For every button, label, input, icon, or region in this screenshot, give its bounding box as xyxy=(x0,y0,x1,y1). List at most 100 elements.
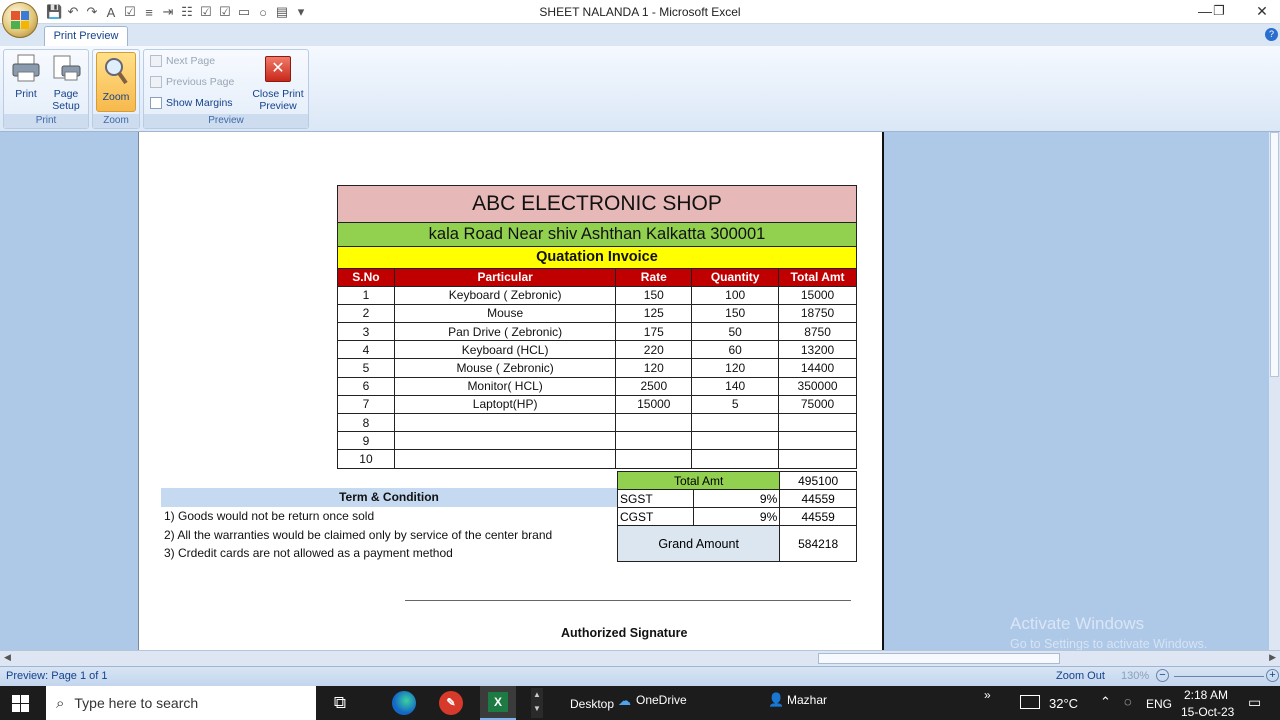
total-value: 495100 xyxy=(779,471,857,490)
maximize-icon[interactable]: ❐ xyxy=(1206,3,1232,19)
desktop-toolbar[interactable]: Desktop xyxy=(570,697,614,711)
hscroll-thumb[interactable] xyxy=(818,653,1060,664)
table-row: 9 xyxy=(337,431,857,451)
status-bar: Preview: Page 1 of 1 Zoom Out 130% − + xyxy=(0,666,1280,686)
taskbar: ⌕ Type here to search ⧉ ✎ X ▲ ▼ Desktop ☁… xyxy=(0,686,1280,720)
printer-icon xyxy=(10,52,42,84)
table-cell: 5 xyxy=(691,394,780,415)
sgst-rate: 9% xyxy=(692,489,781,508)
notification-icon[interactable]: ▭ xyxy=(1248,694,1261,711)
news-widget-icon[interactable] xyxy=(1020,695,1040,709)
close-print-preview-label: Close Print Preview xyxy=(252,88,304,112)
previous-page-button[interactable]: Previous Page xyxy=(150,76,234,88)
next-page-icon xyxy=(150,55,162,67)
wps-app-icon[interactable]: ✎ xyxy=(439,691,463,715)
cgst-label: CGST xyxy=(617,507,694,526)
edge-browser-icon[interactable] xyxy=(392,691,416,715)
shop-address: kala Road Near shiv Ashthan Kalkatta 300… xyxy=(337,222,857,247)
table-cell: Mouse ( Zebronic) xyxy=(393,358,617,378)
overflow-chevron-icon[interactable]: » xyxy=(984,688,991,702)
close-red-icon: ✕ xyxy=(265,56,291,82)
excel-taskbar-button[interactable]: X xyxy=(480,686,516,720)
language-indicator[interactable]: ENG xyxy=(1146,697,1172,711)
task-view-icon[interactable]: ⧉ xyxy=(328,691,352,715)
table-cell: 120 xyxy=(691,358,780,378)
table-row: 3 Pan Drive ( Zebronic) 175 50 8750 xyxy=(337,322,857,342)
table-cell xyxy=(691,412,780,433)
shop-name: ABC ELECTRONIC SHOP xyxy=(337,185,857,223)
authorized-signature: Authorized Signature xyxy=(561,626,688,640)
table-cell: 100 xyxy=(691,285,780,305)
scroll-right-icon[interactable]: ▶ xyxy=(1269,652,1276,663)
tray-up-icon[interactable]: ⌃ xyxy=(1100,694,1111,710)
zoom-group: Zoom Zoom xyxy=(92,49,140,129)
table-row: 2 Mouse 125 150 18750 xyxy=(337,303,857,324)
table-cell: 175 xyxy=(615,322,693,342)
table-cell xyxy=(393,449,617,469)
horizontal-scrollbar[interactable]: ◀ ▶ xyxy=(0,650,1280,666)
scroll-thumb[interactable] xyxy=(1270,132,1279,377)
next-page-label: Next Page xyxy=(166,55,216,67)
preview-group: Next Page Previous Page Show Margins ✕ C… xyxy=(143,49,309,129)
print-group: Print Page Setup Print xyxy=(3,49,89,129)
table-row: 1 Keyboard ( Zebronic) 150 100 15000 xyxy=(337,285,857,305)
next-page-button[interactable]: Next Page xyxy=(150,55,215,67)
scroll-left-icon[interactable]: ◀ xyxy=(4,652,11,663)
office-logo-icon xyxy=(11,11,29,29)
print-button[interactable]: Print xyxy=(8,52,44,100)
zoom-slider[interactable] xyxy=(1174,676,1264,677)
activation-watermark-sub: Go to Settings to activate Windows. xyxy=(1010,637,1208,651)
terms-heading: Term & Condition xyxy=(161,488,617,507)
office-button[interactable] xyxy=(2,2,38,38)
taskbar-search-box[interactable]: ⌕ Type here to search xyxy=(46,686,316,720)
terms-section: Term & Condition 1) Goods would not be r… xyxy=(161,488,617,563)
zoom-out-icon[interactable]: − xyxy=(1156,669,1169,682)
weather-temp[interactable]: 32°C xyxy=(1049,696,1078,711)
zoom-button[interactable]: Zoom xyxy=(96,52,136,112)
table-cell xyxy=(778,431,857,451)
table-cell: 8750 xyxy=(778,322,857,342)
table-cell: Pan Drive ( Zebronic) xyxy=(393,322,617,342)
table-cell: 140 xyxy=(691,376,780,396)
table-cell: Laptopt(HP) xyxy=(393,394,617,415)
table-row: 7 Laptopt(HP) 15000 5 75000 xyxy=(337,394,857,415)
help-icon[interactable]: ? xyxy=(1265,28,1278,41)
taskbar-scroll-icon[interactable]: ▲ ▼ xyxy=(531,688,543,718)
close-icon[interactable]: ✕ xyxy=(1249,3,1275,20)
table-cell: 3 xyxy=(337,322,395,342)
table-cell xyxy=(778,449,857,469)
user-label[interactable]: Mazhar xyxy=(787,693,827,707)
table-row: 4 Keyboard (HCL) 220 60 13200 xyxy=(337,340,857,360)
clock-date[interactable]: 15-Oct-23 xyxy=(1181,705,1234,719)
table-cell: 9 xyxy=(337,431,395,451)
table-row: 10 xyxy=(337,449,857,469)
onedrive-icon: ☁ xyxy=(618,693,631,708)
search-icon: ⌕ xyxy=(56,694,65,712)
table-cell: 18750 xyxy=(778,303,857,324)
table-cell: 60 xyxy=(691,340,780,360)
table-cell: 6 xyxy=(337,376,395,396)
window-title: SHEET NALANDA 1 - Microsoft Excel xyxy=(539,5,741,19)
close-print-preview-button[interactable]: ✕ Close Print Preview xyxy=(248,52,308,112)
magnifier-icon xyxy=(100,55,132,87)
network-icon[interactable]: ◌ xyxy=(1124,694,1132,709)
col-header: Total Amt xyxy=(778,267,857,287)
show-margins-checkbox[interactable]: Show Margins xyxy=(150,97,233,109)
clock-time[interactable]: 2:18 AM xyxy=(1184,688,1228,702)
table-cell: 7 xyxy=(337,394,395,415)
windows-start-icon[interactable] xyxy=(12,695,29,712)
preview-group-label: Preview xyxy=(144,114,308,128)
tab-print-preview[interactable]: Print Preview xyxy=(44,26,128,46)
table-cell: 4 xyxy=(337,340,395,360)
table-cell: 10 xyxy=(337,449,395,469)
zoom-in-icon[interactable]: + xyxy=(1266,669,1279,682)
vertical-scrollbar[interactable] xyxy=(1269,132,1280,650)
page-setup-button[interactable]: Page Setup xyxy=(46,52,86,112)
sgst-label: SGST xyxy=(617,489,694,508)
zoom-level: 130% xyxy=(1121,670,1150,682)
table-cell xyxy=(393,431,617,451)
onedrive-label[interactable]: OneDrive xyxy=(636,693,687,707)
terms-line: 3) Crdedit cards are not allowed as a pa… xyxy=(164,546,453,560)
cgst-value: 44559 xyxy=(779,507,857,526)
sgst-value: 44559 xyxy=(779,489,857,508)
